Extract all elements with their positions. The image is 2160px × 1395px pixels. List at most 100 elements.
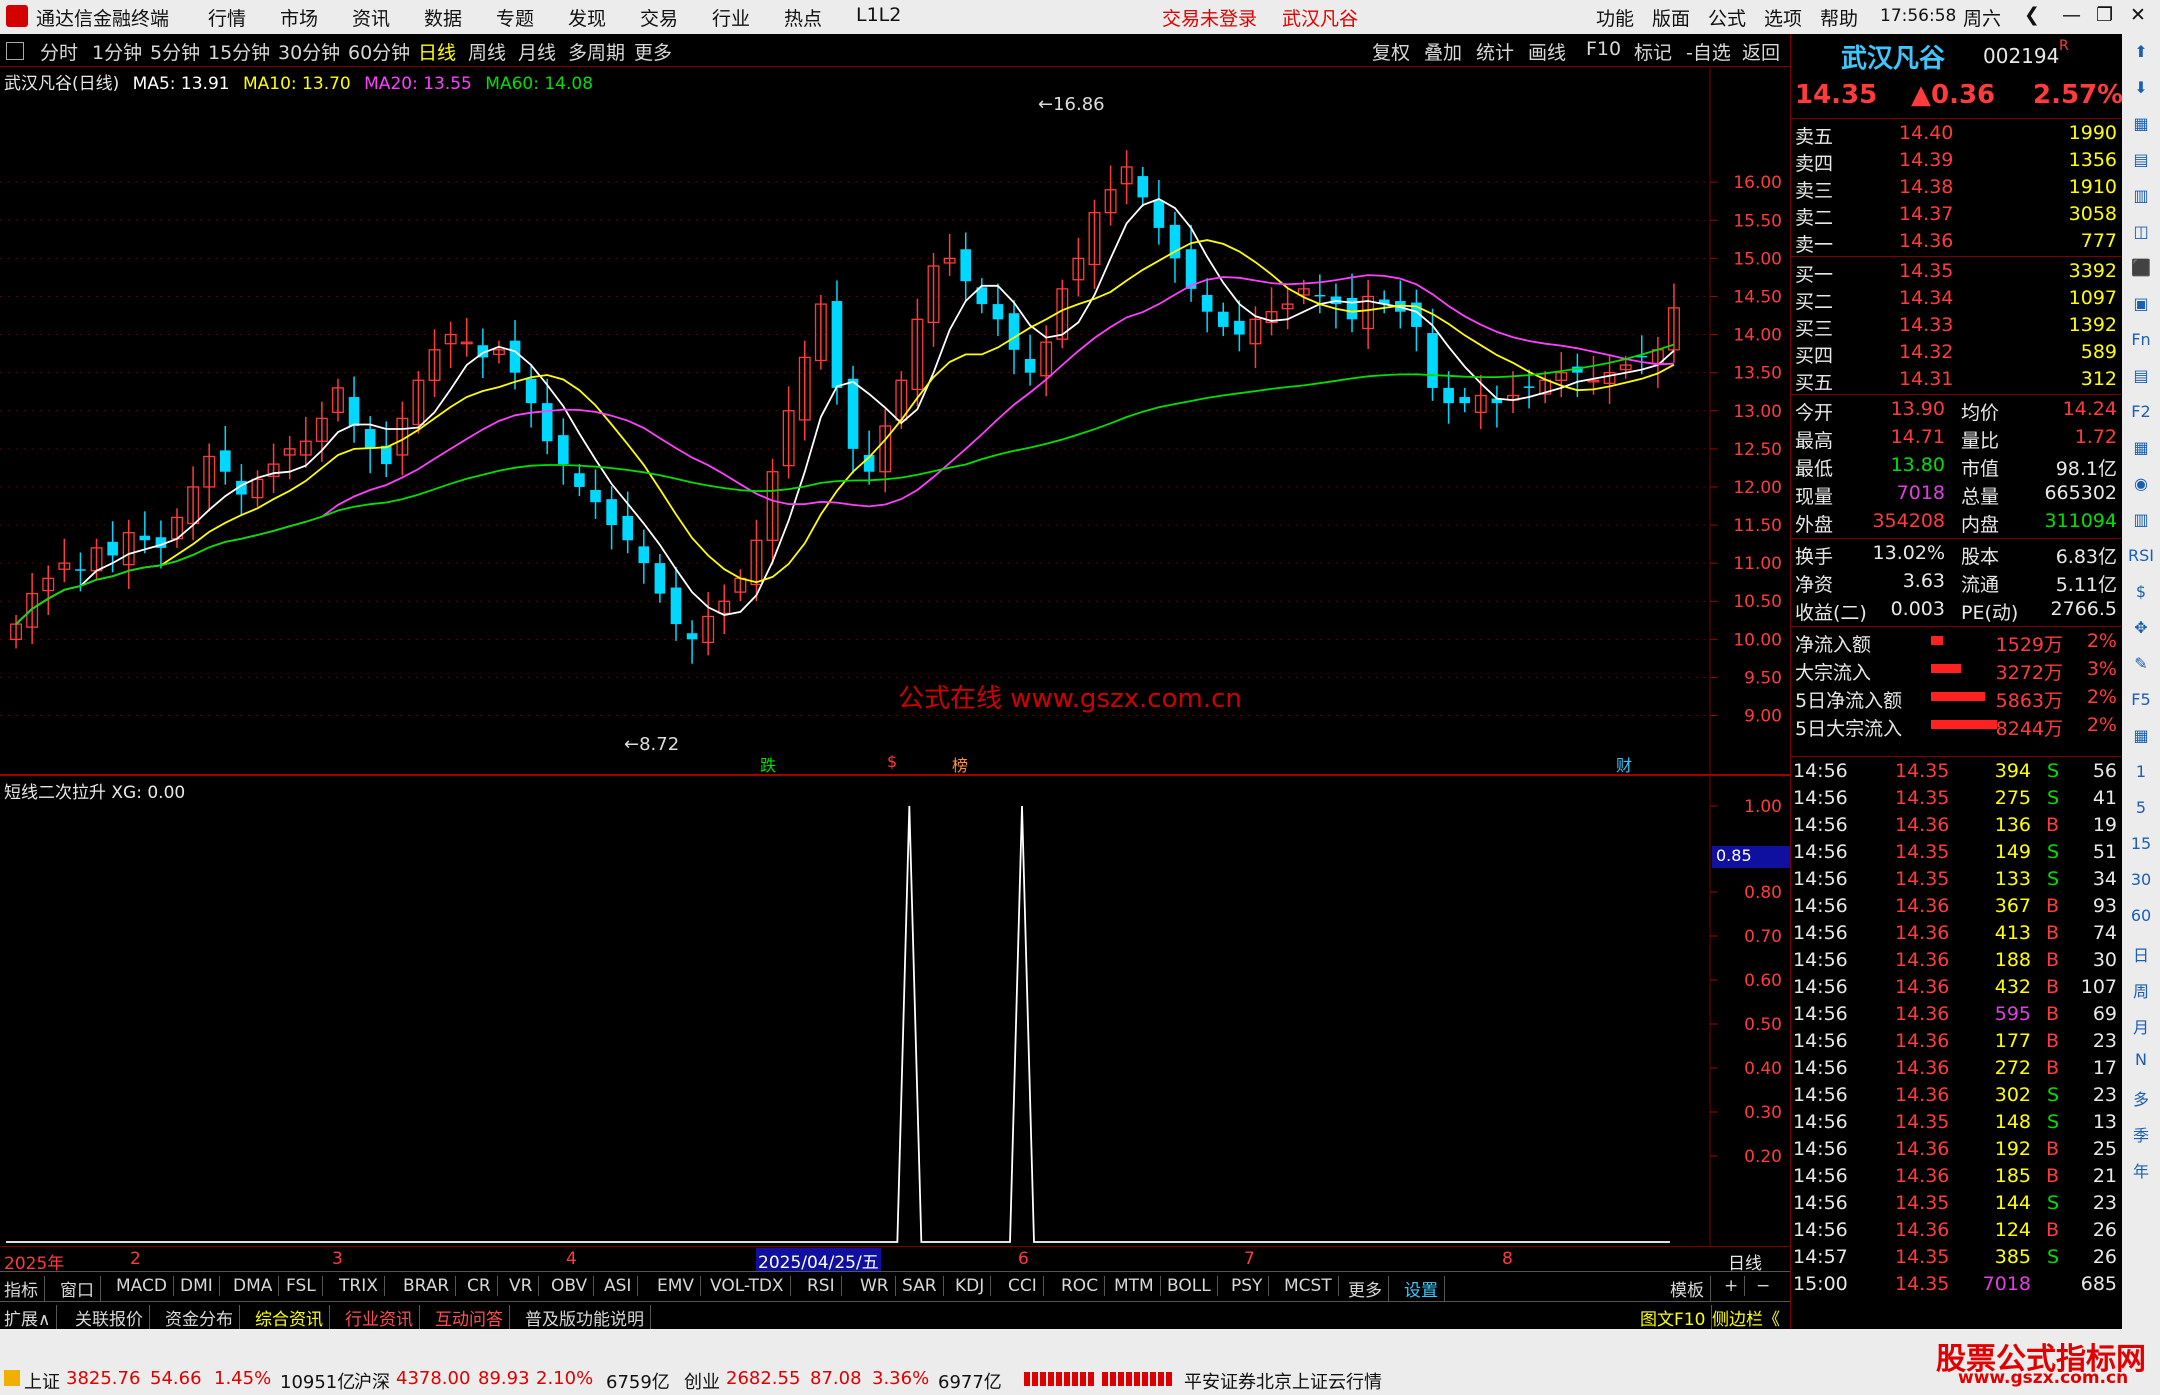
candle-body[interactable] [1185,249,1197,289]
tick-row[interactable]: 14:56 14.36 185 B 21 [1791,1163,2121,1190]
minimize-icon[interactable]: — [2062,4,2081,26]
indicator-tab-11[interactable]: ASI [604,1276,639,1296]
candle-body[interactable] [1217,311,1229,327]
indicator-tab-19[interactable]: ROC [1061,1276,1106,1296]
menu-item-xuanxiang[interactable]: 选项 [1764,4,1802,31]
bid-row[interactable]: 买一 14.35 3392 [1791,258,2121,286]
candle-body[interactable] [847,378,859,449]
side-tool-icon-9[interactable]: ▤ [2127,366,2155,392]
menu-item-zixun[interactable]: 资讯 [352,4,390,31]
back-icon[interactable]: ❮ [2024,4,2040,26]
candle-body[interactable] [654,563,666,594]
ext-tab-2[interactable]: 资金分布 [165,1305,240,1330]
stat-row[interactable]: 外盘 354208 内盘 311094 [1791,508,2121,536]
indicator-tab-7[interactable]: BRAR [403,1276,457,1296]
ext-f10[interactable]: 图文F10 [1640,1305,1713,1330]
tick-row[interactable]: 14:56 14.36 367 B 93 [1791,893,2121,920]
side-tool-icon-17[interactable]: ✎ [2127,654,2155,680]
ask-row[interactable]: 卖三 14.38 1910 [1791,174,2121,202]
tick-row[interactable]: 14:56 14.35 148 S 13 [1791,1109,2121,1136]
candle-body[interactable] [574,473,585,487]
indicator-tab-25[interactable]: 设置 [1404,1276,1445,1301]
side-tool-icon-27[interactable]: 月 [2127,1014,2155,1040]
menu-item-shichang[interactable]: 市场 [280,4,318,31]
tick-row[interactable]: 14:56 14.36 413 B 74 [1791,920,2121,947]
tab-30min[interactable]: 30分钟 [278,38,340,65]
candle-body[interactable] [1008,313,1020,350]
ext-tab-1[interactable]: 关联报价 [75,1305,150,1330]
event-marker-bang[interactable]: 榜 [952,752,968,776]
tick-row[interactable]: 14:56 14.36 192 B 25 [1791,1136,2121,1163]
ext-tab-0[interactable]: 扩展∧ [4,1305,58,1330]
menu-item-faxian[interactable]: 发现 [568,4,606,31]
capital-flow-row[interactable]: 5日净流入额 5863万 2% [1791,684,2121,712]
tab-5min[interactable]: 5分钟 [150,38,200,65]
side-tool-icon-5[interactable]: ◫ [2127,222,2155,248]
candle-body[interactable] [670,587,682,625]
side-tool-icon-15[interactable]: $ [2127,582,2155,608]
tick-row[interactable]: 14:56 14.35 394 S 56 [1791,758,2121,785]
candle-body[interactable] [1427,333,1438,388]
index-icon[interactable] [4,1370,20,1386]
side-tool-icon-14[interactable]: RSI [2127,546,2155,572]
indicator-tab-3[interactable]: DMI [180,1276,220,1296]
candle-body[interactable] [1201,294,1213,312]
side-tool-icon-7[interactable]: ▣ [2127,294,2155,320]
kline-chart[interactable]: 16.00 15.50 15.00 14.50 14.00 13.50 13.00 12.50… [0,66,1790,776]
side-tool-icon-30[interactable]: 季 [2127,1122,2155,1148]
fundamental-row[interactable]: 收益(二) 0.003 PE(动) 2766.5 [1791,596,2121,624]
indicator-tab-6[interactable]: TRIX [339,1276,385,1296]
candle-body[interactable] [831,301,843,388]
ask-row[interactable]: 卖二 14.37 3058 [1791,201,2121,229]
indicator-tab-15[interactable]: WR [860,1276,896,1296]
candle-body[interactable] [525,378,537,404]
menu-item-banmian[interactable]: 版面 [1652,4,1690,31]
ask-row[interactable]: 卖四 14.39 1356 [1791,147,2121,175]
side-tool-icon-10[interactable]: F2 [2127,402,2155,428]
candle-body[interactable] [1443,387,1454,404]
candle-body[interactable] [638,546,650,564]
side-tool-icon-2[interactable]: ▦ [2127,114,2155,140]
side-tool-icon-18[interactable]: F5 [2127,690,2155,716]
event-marker-dollar[interactable]: $ [887,752,897,771]
stat-row[interactable]: 最低 13.80 市值 98.1亿 [1791,452,2121,480]
tick-row[interactable]: 14:56 14.36 272 B 17 [1791,1055,2121,1082]
indicator-tab-24[interactable]: 更多 [1348,1276,1389,1301]
tick-row[interactable]: 14:56 14.36 432 B 107 [1791,974,2121,1001]
side-tool-icon-4[interactable]: ▥ [2127,186,2155,212]
fundamental-row[interactable]: 换手 13.02% 股本 6.83亿 [1791,540,2121,568]
side-tool-icon-29[interactable]: 多 [2127,1086,2155,1112]
side-tool-icon-20[interactable]: 1 [2127,762,2155,788]
tick-row[interactable]: 14:56 14.36 124 B 26 [1791,1217,2121,1244]
tab-weekly[interactable]: 周线 [468,38,506,65]
candle-body[interactable] [606,499,617,526]
indicator-tab-10[interactable]: OBV [551,1276,595,1296]
side-tool-icon-1[interactable]: ⬇ [2127,78,2155,104]
indicator-tab-22[interactable]: PSY [1231,1276,1270,1296]
candle-body[interactable] [380,445,392,465]
tab-fenshi[interactable]: 分时 [40,38,78,65]
menu-item-bangzhu[interactable]: 帮助 [1820,4,1858,31]
kline-svg[interactable]: 16.00 15.50 15.00 14.50 14.00 13.50 13.00 12.50… [0,66,1790,776]
side-tool-icon-21[interactable]: 5 [2127,798,2155,824]
action-diejia[interactable]: 叠加 [1424,38,1462,65]
candle-body[interactable] [622,515,634,541]
sz-label[interactable]: 沪深 [354,1368,390,1394]
candle-body[interactable] [590,490,601,503]
event-marker-die[interactable]: 跌 [760,752,776,776]
action-zixuan[interactable]: -自选 [1686,38,1731,65]
side-tool-icon-24[interactable]: 60 [2127,906,2155,932]
tick-row[interactable]: 14:56 14.35 149 S 51 [1791,839,2121,866]
indicator-tab-1[interactable]: 窗口 [60,1276,101,1301]
indicator-tab-5[interactable]: FSL [286,1276,323,1296]
candle-body[interactable] [219,450,231,472]
menu-item-redian[interactable]: 热点 [784,4,822,31]
candle-body[interactable] [686,633,698,640]
indicator-tab-14[interactable]: RSI [807,1276,842,1296]
tab-daily[interactable]: 日线 [418,38,456,65]
candle-body[interactable] [139,535,151,541]
candle-body[interactable] [509,340,521,373]
ask-row[interactable]: 卖五 14.40 1990 [1791,120,2121,148]
indicator-tab-18[interactable]: CCI [1008,1276,1044,1296]
tick-row[interactable]: 14:56 14.35 275 S 41 [1791,785,2121,812]
